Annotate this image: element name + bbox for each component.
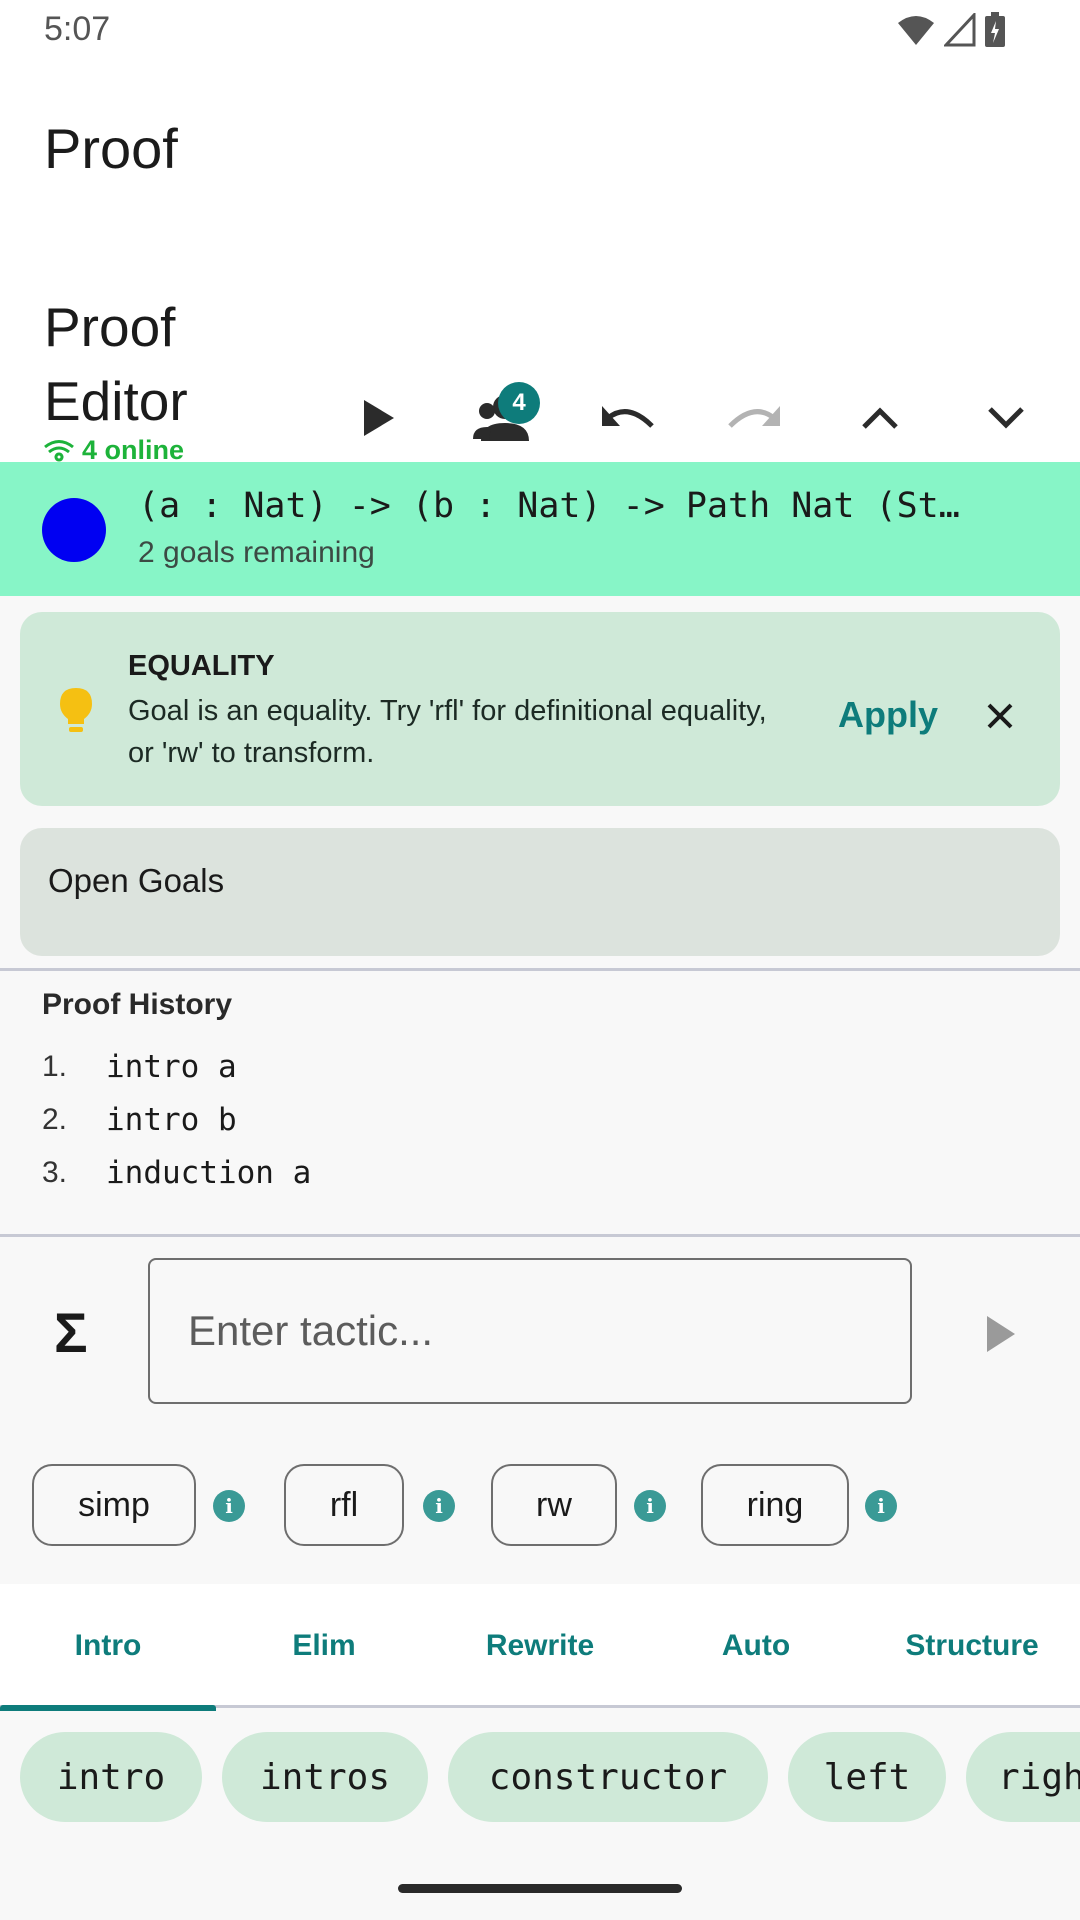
open-goals-title: Open Goals xyxy=(48,862,225,899)
info-icon[interactable]: i xyxy=(634,1490,666,1522)
submit-tactic-button[interactable] xyxy=(972,1306,1028,1362)
tab-indicator xyxy=(0,1705,216,1711)
history-item[interactable]: 2. intro b xyxy=(42,1093,311,1146)
tactic-pill-left[interactable]: left xyxy=(788,1732,946,1822)
wifi-icon xyxy=(898,16,934,45)
redo-icon xyxy=(728,406,780,428)
suggestion-chip[interactable]: rfl xyxy=(284,1464,404,1546)
run-button[interactable] xyxy=(338,378,418,458)
tactic-pill-intro[interactable]: intro xyxy=(20,1732,202,1822)
history-command: intro a xyxy=(106,1048,237,1085)
undo-icon xyxy=(602,406,654,428)
status-bar: 5:07 xyxy=(0,0,1080,60)
chevron-up-icon xyxy=(862,407,898,429)
collaborators-badge: 4 xyxy=(498,382,540,424)
info-icon[interactable]: i xyxy=(865,1490,897,1522)
proof-history-list: 1. intro a 2. intro b 3. induction a xyxy=(42,1040,311,1199)
proof-history-title: Proof History xyxy=(42,988,233,1021)
undo-button[interactable] xyxy=(588,378,668,458)
send-icon xyxy=(987,1316,1015,1352)
lightbulb-icon xyxy=(56,686,96,741)
goal-status-dot xyxy=(42,498,106,562)
tab-label: Structure xyxy=(905,1629,1039,1662)
info-icon[interactable]: i xyxy=(423,1490,455,1522)
history-number: 2. xyxy=(42,1102,68,1136)
info-icon[interactable]: i xyxy=(213,1490,245,1522)
tactic-pill-intros[interactable]: intros xyxy=(222,1732,428,1822)
redo-button[interactable] xyxy=(714,378,794,458)
history-item[interactable]: 3. induction a xyxy=(42,1146,311,1199)
tab-structure[interactable]: Structure xyxy=(864,1584,1080,1708)
tab-label: Intro xyxy=(74,1629,142,1662)
suggestion-chip[interactable]: simp xyxy=(32,1464,196,1546)
wifi-icon xyxy=(44,440,74,462)
app-title: Proof xyxy=(44,117,178,180)
tactic-pill-constructor[interactable]: constructor xyxy=(448,1732,768,1822)
goal-statement: (a : Nat) -> (b : Nat) -> Path Nat (St… xyxy=(138,486,960,526)
navigation-handle[interactable] xyxy=(398,1884,682,1893)
collapse-button[interactable] xyxy=(840,378,920,458)
hint-title: EQUALITY xyxy=(128,650,275,682)
status-time: 5:07 xyxy=(44,10,111,48)
history-command: induction a xyxy=(106,1154,312,1191)
tab-label: Auto xyxy=(721,1629,791,1662)
online-count-label: 4 online xyxy=(82,438,185,462)
goals-remaining: 2 goals remaining xyxy=(138,536,375,569)
tactic-input[interactable] xyxy=(148,1258,912,1404)
tactic-pill-right[interactable]: right xyxy=(966,1732,1080,1822)
tab-label: Rewrite xyxy=(485,1629,595,1662)
hint-body: Goal is an equality. Try 'rfl' for defin… xyxy=(128,695,767,769)
tab-intro[interactable]: Intro xyxy=(0,1584,216,1711)
status-icons xyxy=(896,12,1006,48)
history-item[interactable]: 1. intro a xyxy=(42,1040,311,1093)
expand-button[interactable] xyxy=(966,378,1046,458)
suggestion-chip[interactable]: ring xyxy=(701,1464,849,1546)
open-goals-card[interactable]: Open Goals xyxy=(20,828,1060,956)
divider xyxy=(0,1234,1080,1237)
history-number: 3. xyxy=(42,1155,68,1189)
tab-auto[interactable]: Auto xyxy=(648,1584,864,1708)
apply-hint-button[interactable]: Apply xyxy=(838,694,938,736)
chevron-down-icon xyxy=(988,407,1024,429)
editor-title: Proof Editor xyxy=(44,296,188,432)
history-command: intro b xyxy=(106,1101,237,1138)
history-number: 1. xyxy=(42,1049,68,1083)
tab-elim[interactable]: Elim xyxy=(216,1584,432,1708)
divider xyxy=(0,968,1080,971)
app-header: Proof Proof Editor 4 online 4 xyxy=(0,60,1080,462)
online-status: 4 online xyxy=(44,438,184,462)
cell-signal-icon xyxy=(944,13,976,47)
tab-label: Elim xyxy=(292,1629,356,1662)
suggestion-chip[interactable]: rw xyxy=(491,1464,617,1546)
dismiss-hint-button[interactable] xyxy=(976,692,1024,740)
collaborators-button[interactable]: 4 xyxy=(462,378,542,458)
battery-icon xyxy=(985,12,1005,47)
symbol-keyboard-button[interactable]: Σ xyxy=(54,1300,88,1365)
close-icon xyxy=(987,703,1013,729)
current-goal-bar[interactable] xyxy=(0,462,1080,596)
tactic-category-tabs: Intro Elim Rewrite Auto Structure xyxy=(0,1584,1080,1711)
hint-card: EQUALITY Goal is an equality. Try 'rfl' … xyxy=(20,612,1060,806)
play-icon xyxy=(364,400,394,436)
tab-rewrite[interactable]: Rewrite xyxy=(432,1584,648,1708)
